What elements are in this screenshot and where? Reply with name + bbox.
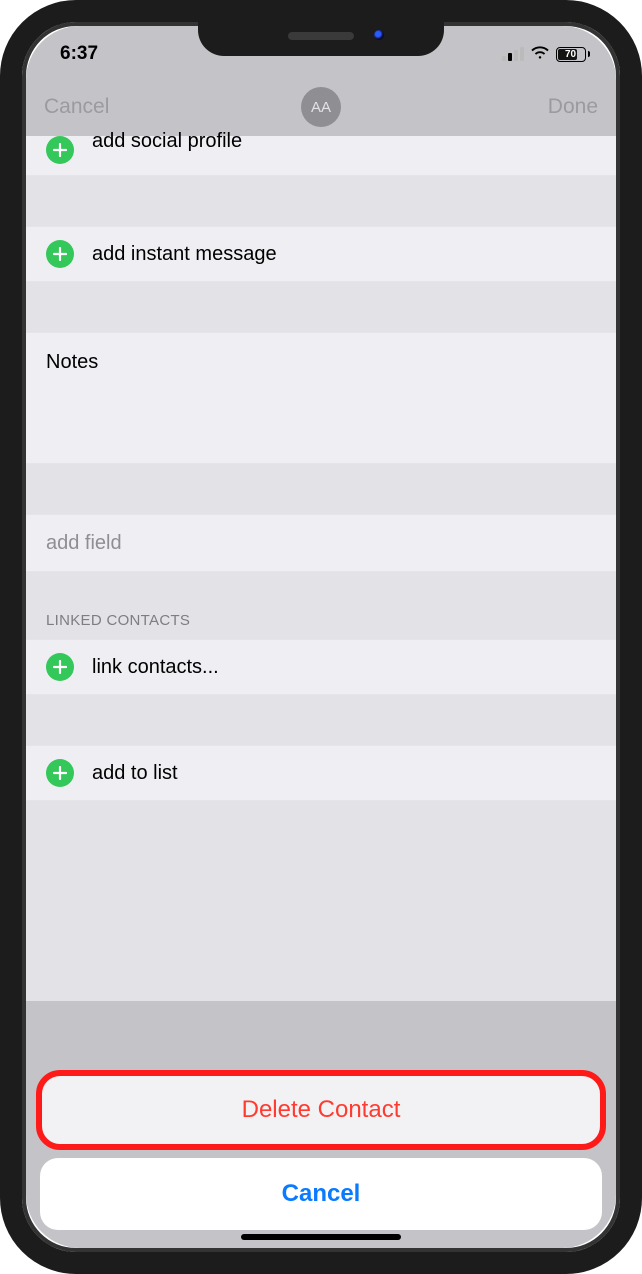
gap xyxy=(26,695,616,745)
gap xyxy=(26,282,616,332)
plus-icon xyxy=(46,136,74,164)
delete-contact-label: Delete Contact xyxy=(242,1096,401,1124)
row-add-social-profile[interactable]: add social profile xyxy=(26,136,616,176)
content[interactable]: add social profile add instant message N… xyxy=(26,136,616,1001)
row-label: add field xyxy=(46,532,122,555)
battery-icon: 70 xyxy=(556,47,591,62)
gap xyxy=(26,176,616,226)
row-label: add to list xyxy=(92,762,178,785)
row-link-contacts[interactable]: link contacts... xyxy=(26,639,616,695)
gap xyxy=(26,801,616,1001)
front-camera xyxy=(374,30,384,40)
gap xyxy=(26,464,616,514)
row-add-instant-message[interactable]: add instant message xyxy=(26,226,616,282)
section-header-linked-contacts: LINKED CONTACTS xyxy=(26,572,616,639)
nav-header: Cancel AA Done xyxy=(26,78,616,136)
volume-down-button xyxy=(0,324,4,394)
cancel-button[interactable]: Cancel xyxy=(44,95,109,119)
cellular-signal-icon xyxy=(502,47,524,61)
status-time: 6:37 xyxy=(60,43,98,65)
silence-switch xyxy=(0,172,4,210)
notes-field[interactable]: Notes xyxy=(26,332,616,464)
sheet-cancel-button[interactable]: Cancel xyxy=(40,1158,602,1230)
status-right: 70 xyxy=(502,43,591,65)
plus-icon xyxy=(46,759,74,787)
notes-label: Notes xyxy=(46,351,98,373)
notch xyxy=(198,16,444,56)
home-indicator[interactable] xyxy=(241,1234,401,1240)
wifi-icon xyxy=(530,43,550,65)
plus-icon xyxy=(46,240,74,268)
done-button[interactable]: Done xyxy=(548,95,598,119)
plus-icon xyxy=(46,653,74,681)
row-add-to-list[interactable]: add to list xyxy=(26,745,616,801)
action-sheet: Delete Contact Cancel xyxy=(40,1074,602,1230)
screen: 6:37 70 Cancel AA Done add social profil… xyxy=(26,26,616,1248)
delete-contact-button[interactable]: Delete Contact xyxy=(40,1074,602,1146)
sheet-cancel-label: Cancel xyxy=(282,1180,361,1208)
row-label: add instant message xyxy=(92,243,277,266)
power-button xyxy=(638,260,642,370)
speaker-grill xyxy=(288,32,354,40)
row-add-field[interactable]: add field xyxy=(26,514,616,572)
row-label: link contacts... xyxy=(92,656,219,679)
volume-up-button xyxy=(0,238,4,308)
contact-avatar[interactable]: AA xyxy=(301,87,341,127)
